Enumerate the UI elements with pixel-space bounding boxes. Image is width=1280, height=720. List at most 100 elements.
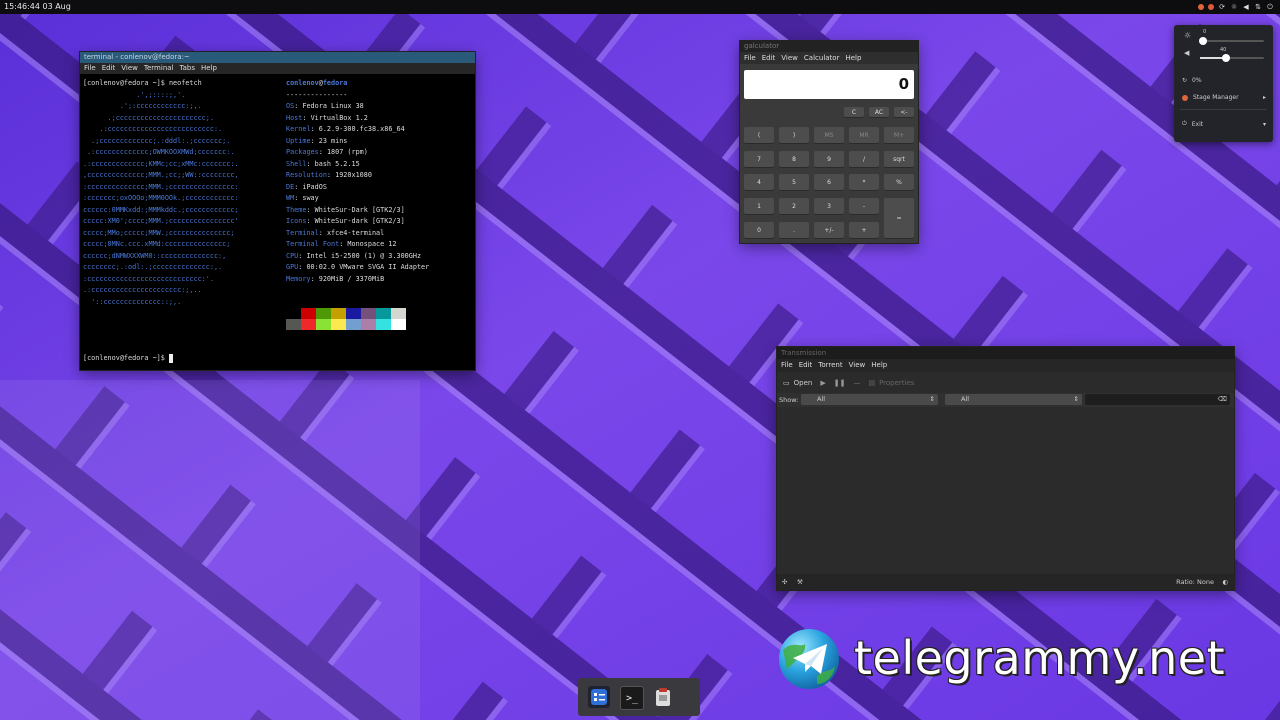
menu-calculator[interactable]: Calculator <box>804 52 840 64</box>
calc-key-button[interactable]: M+ <box>884 127 914 144</box>
properties-button[interactable]: ▤ Properties <box>868 379 914 387</box>
info-value: Monospace 12 <box>347 240 397 248</box>
info-value: WhiteSur-dark [GTK2/3] <box>314 217 405 225</box>
calc-key-button[interactable]: / <box>849 151 879 168</box>
power-icon[interactable]: ⏻ <box>1266 3 1274 11</box>
palette-swatch <box>361 319 376 330</box>
open-button[interactable]: ▭ Open <box>783 379 812 387</box>
battery-icon: ↻ <box>1182 77 1188 84</box>
start-icon[interactable]: ▶ <box>820 379 825 387</box>
menu-terminal[interactable]: Terminal <box>144 63 174 74</box>
activity-filter-select[interactable]: All ⇕ <box>801 394 938 405</box>
dock-terminal-app[interactable]: >_ <box>620 686 644 710</box>
menu-help[interactable]: Help <box>871 359 887 372</box>
clear-button[interactable]: C <box>844 107 864 118</box>
ascii-line: :ccccccc;oxOOOo;MMM0OOk.;cccccccccccc: <box>83 194 239 202</box>
calc-key-button[interactable]: . <box>779 222 809 239</box>
tracker-filter-select[interactable]: All ⇕ <box>945 394 1082 405</box>
calc-key-button[interactable]: MR <box>849 127 879 144</box>
dock-tasks-app[interactable] <box>588 686 610 708</box>
calc-key-button[interactable]: % <box>884 174 914 191</box>
calc-key-button[interactable]: 8 <box>779 151 809 168</box>
menu-file[interactable]: File <box>744 52 756 64</box>
calc-key-button[interactable]: * <box>849 174 879 191</box>
menu-view[interactable]: View <box>781 52 798 64</box>
turtle-mode-icon[interactable]: ✣ <box>782 574 787 590</box>
calc-key-button[interactable]: 3 <box>814 198 844 215</box>
terminal-titlebar[interactable]: terminal - conlenov@fedora:~ <box>80 52 475 63</box>
dock-clipboard-app[interactable] <box>652 686 674 708</box>
volume-knob[interactable] <box>1221 54 1230 62</box>
refresh-icon[interactable]: ⟳ <box>1218 3 1226 11</box>
palette-swatch <box>331 319 346 330</box>
menu-file[interactable]: File <box>781 359 793 372</box>
calculator-display: 0 <box>744 70 914 99</box>
calc-key-button[interactable]: + <box>849 222 879 239</box>
calc-key-button[interactable]: sqrt <box>884 151 914 168</box>
info-row: Resolution: 1920x1080 <box>286 171 372 179</box>
calculator-window[interactable]: galculator File Edit View Calculator Hel… <box>740 41 918 243</box>
all-clear-button[interactable]: AC <box>869 107 889 118</box>
calc-key-button[interactable]: 2 <box>779 198 809 215</box>
menu-file[interactable]: File <box>84 63 96 74</box>
telegram-globe-logo <box>779 629 839 689</box>
shell-prompt: [conlenov@fedora ~]$ <box>83 79 169 87</box>
palette-swatch <box>391 319 406 330</box>
terminal-output[interactable]: [conlenov@fedora ~]$ neofetch .',;::::;,… <box>83 78 473 368</box>
calc-key-button[interactable]: ( <box>744 127 774 144</box>
exit-row[interactable]: ⏻ Exit ▾ <box>1182 120 1266 128</box>
stage-manager-row[interactable]: Stage Manager ▸ <box>1182 94 1266 101</box>
calc-key-button[interactable]: 0 <box>744 222 774 239</box>
menu-edit[interactable]: Edit <box>102 63 116 74</box>
ascii-line: .';:cccccccccccc:;,. <box>83 102 202 110</box>
chevron-right-icon: ▸ <box>1262 94 1266 101</box>
stats-icon[interactable]: ◐ <box>1222 574 1228 590</box>
torrent-list[interactable] <box>777 408 1234 574</box>
menu-view[interactable]: View <box>849 359 866 372</box>
menu-tabs[interactable]: Tabs <box>180 63 196 74</box>
search-input[interactable]: ⌫ <box>1085 394 1230 405</box>
calc-key-button[interactable]: 6 <box>814 174 844 191</box>
calc-key-button[interactable]: +/- <box>814 222 844 239</box>
network-icon[interactable]: ⇅ <box>1254 3 1262 11</box>
brightness-icon[interactable]: ☼ <box>1230 3 1238 11</box>
brightness-knob[interactable] <box>1199 37 1208 45</box>
calc-key-button[interactable]: = <box>884 198 914 239</box>
ascii-line: :cccccccccccccccccccccccccccc:'. <box>83 274 214 283</box>
preferences-icon[interactable]: ⚒ <box>797 574 803 590</box>
update-dot-icon[interactable] <box>1208 4 1214 10</box>
calc-key-button[interactable]: ) <box>779 127 809 144</box>
info-value: 23 mins <box>318 136 348 145</box>
menu-edit[interactable]: Edit <box>762 52 776 64</box>
transmission-window[interactable]: Transmission File Edit Torrent View Help… <box>777 347 1234 590</box>
menu-view[interactable]: View <box>121 63 138 74</box>
active-prompt-line[interactable]: [conlenov@fedora ~]$ <box>83 353 173 365</box>
clear-search-icon[interactable]: ⌫ <box>1218 394 1227 405</box>
user-host-line: conlenov@fedora <box>286 79 348 87</box>
calculator-titlebar[interactable]: galculator <box>740 41 918 52</box>
calc-key-button[interactable]: MS <box>814 127 844 144</box>
transmission-titlebar[interactable]: Transmission <box>777 347 1234 359</box>
menu-edit[interactable]: Edit <box>799 359 813 372</box>
pause-icon[interactable]: ❚❚ <box>834 379 846 387</box>
exit-label: Exit <box>1191 120 1204 128</box>
brightness-slider[interactable] <box>1199 37 1264 45</box>
info-row: CPU: Intel i5-2500 (1) @ 3.300GHz <box>286 251 422 260</box>
menu-help[interactable]: Help <box>201 63 217 74</box>
calc-key-button[interactable]: 9 <box>814 151 844 168</box>
calc-key-button[interactable]: 7 <box>744 151 774 168</box>
remove-icon[interactable]: — <box>853 379 860 387</box>
menu-torrent[interactable]: Torrent <box>818 359 842 372</box>
notification-dot-icon[interactable] <box>1198 4 1204 10</box>
transmission-toolbar: ▭ Open ▶ ❚❚ — ▤ Properties <box>777 373 1234 393</box>
calc-key-button[interactable]: 4 <box>744 174 774 191</box>
volume-icon[interactable]: ◀ <box>1242 3 1250 11</box>
volume-slider[interactable] <box>1200 54 1264 62</box>
clock[interactable]: 15:46:44 03 Aug <box>4 0 71 14</box>
calc-key-button[interactable]: 1 <box>744 198 774 215</box>
menu-help[interactable]: Help <box>845 52 861 64</box>
terminal-window[interactable]: terminal - conlenov@fedora:~ File Edit V… <box>80 52 475 370</box>
calc-key-button[interactable]: - <box>849 198 879 215</box>
calc-key-button[interactable]: 5 <box>779 174 809 191</box>
backspace-button[interactable]: <- <box>894 107 914 118</box>
